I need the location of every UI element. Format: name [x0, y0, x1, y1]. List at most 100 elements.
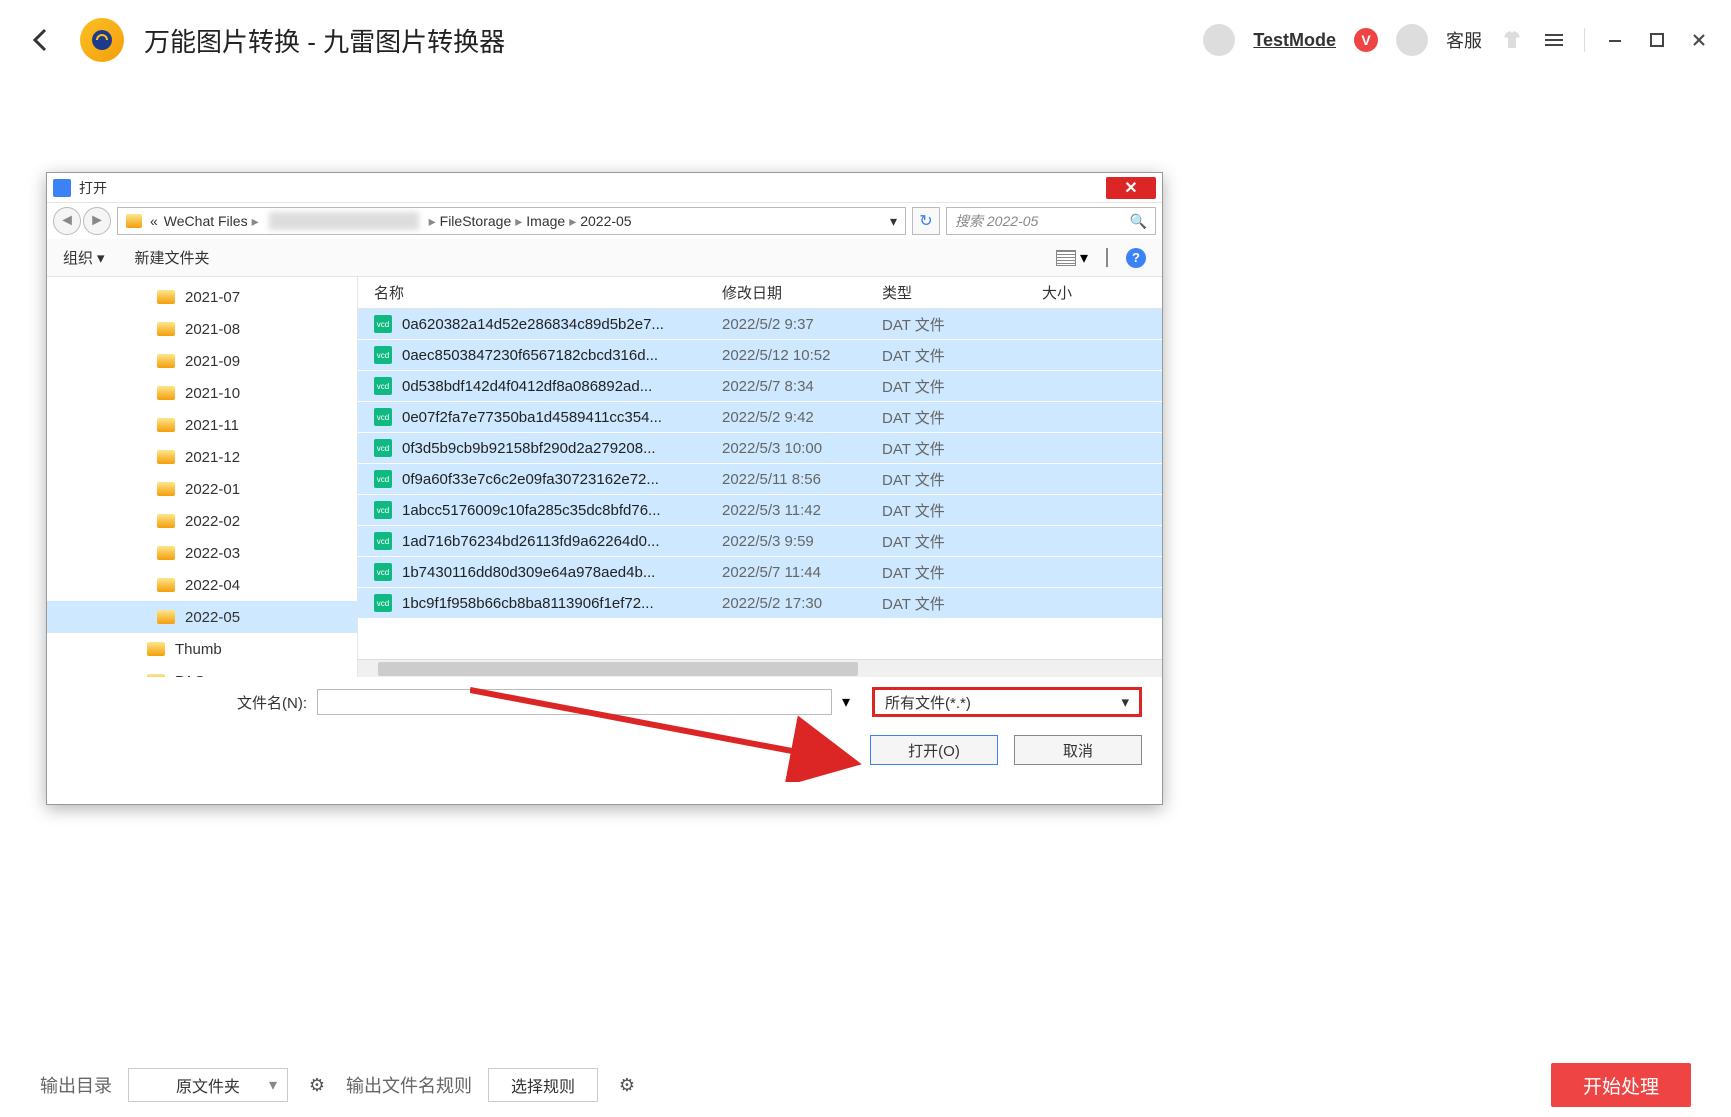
open-button[interactable]: 打开(O) [870, 735, 998, 765]
search-input[interactable]: 搜索 2022-05 🔍 [946, 207, 1156, 235]
dialog-body: 2021-07 2021-082021-09 2021-10 2021-11 2021-… [47, 277, 1162, 677]
back-button[interactable] [20, 20, 60, 60]
choose-rule-button[interactable]: 选择规则 [488, 1068, 598, 1102]
output-dir-select[interactable]: 原文件夹 ▾ [128, 1068, 288, 1102]
dialog-close-button[interactable]: ✕ [1106, 177, 1156, 199]
tree-item[interactable]: 2022-03 [47, 537, 357, 569]
app-titlebar: 万能图片转换 - 九雷图片转换器 TestMode V 客服 [0, 0, 1731, 80]
minimize-button[interactable] [1603, 28, 1627, 52]
organize-button[interactable]: 组织 ▾ [63, 247, 105, 268]
bc-part-2[interactable]: Image [526, 213, 565, 229]
tree-item[interactable]: 2022-01 [47, 473, 357, 505]
file-type: DAT 文件 [882, 314, 1042, 335]
file-row[interactable]: vcd0f3d5b9cb9b92158bf290d2a279208...2022… [358, 433, 1162, 464]
bc-part-3[interactable]: 2022-05 [580, 213, 631, 229]
file-icon: vcd [374, 315, 392, 333]
file-row[interactable]: vcd0f9a60f33e7c6c2e09fa30723162e72...202… [358, 464, 1162, 495]
search-icon[interactable]: 🔍 [1130, 213, 1147, 230]
output-dir-label: 输出目录 [40, 1072, 112, 1098]
file-icon: vcd [374, 470, 392, 488]
file-row[interactable]: vcd0a620382a14d52e286834c89d5b2e7...2022… [358, 309, 1162, 340]
start-process-button[interactable]: 开始处理 [1551, 1063, 1691, 1107]
filename-input[interactable] [317, 689, 832, 715]
nav-row: ◄ ► « WeChat Files▸ ▸ FileStorage▸ Image… [47, 203, 1162, 239]
close-button[interactable] [1687, 28, 1711, 52]
tree-label: 2021-07 [185, 289, 240, 306]
cancel-button[interactable]: 取消 [1014, 735, 1142, 765]
breadcrumb[interactable]: « WeChat Files▸ ▸ FileStorage▸ Image▸ 20… [117, 207, 906, 235]
gear-icon[interactable]: ⚙ [614, 1072, 640, 1098]
chevron-down-icon: ▾ [1121, 693, 1129, 711]
tshirt-icon[interactable] [1500, 28, 1524, 52]
file-date: 2022/5/12 10:52 [722, 347, 882, 364]
maximize-button[interactable] [1645, 28, 1669, 52]
file-date: 2022/5/2 9:37 [722, 316, 882, 333]
tree-item[interactable]: 2021-08 [47, 313, 357, 345]
chevron-down-icon: ▾ [97, 249, 105, 267]
col-size[interactable]: 大小 [1042, 282, 1162, 303]
help-icon[interactable]: ? [1126, 248, 1146, 268]
file-type: DAT 文件 [882, 407, 1042, 428]
h-scrollbar[interactable] [358, 659, 1162, 677]
col-name[interactable]: 名称 [358, 282, 722, 303]
folder-icon [157, 450, 175, 464]
bc-part-0[interactable]: WeChat Files [164, 213, 248, 229]
folder-tree[interactable]: 2021-07 2021-082021-09 2021-10 2021-11 2021-… [47, 277, 357, 677]
file-row[interactable]: vcd1ad716b76234bd26113fd9a62264d0...2022… [358, 526, 1162, 557]
file-row[interactable]: vcd0aec8503847230f6567182cbcd316d...2022… [358, 340, 1162, 371]
file-row[interactable]: vcd1bc9f1f958b66cb8ba8113906f1ef72...202… [358, 588, 1162, 619]
folder-icon [147, 674, 165, 677]
file-row[interactable]: vcd1b7430116dd80d309e64a978aed4b...2022/… [358, 557, 1162, 588]
file-row[interactable]: vcd0d538bdf142d4f0412df8a086892ad...2022… [358, 371, 1162, 402]
bc-prefix: « [150, 213, 158, 229]
filename-label: 文件名(N): [67, 692, 307, 713]
chevron-down-icon[interactable]: ▾ [842, 692, 862, 712]
tree-label: 2022-01 [185, 481, 240, 498]
tree-item[interactable]: 2021-10 [47, 377, 357, 409]
app-logo [80, 18, 124, 62]
new-folder-button[interactable]: 新建文件夹 [135, 247, 210, 268]
file-date: 2022/5/3 11:42 [722, 502, 882, 519]
file-icon: vcd [374, 501, 392, 519]
output-dir-value: 原文件夹 [176, 1073, 240, 1097]
tree-label: 2021-12 [185, 449, 240, 466]
cs-avatar[interactable] [1396, 24, 1428, 56]
col-date[interactable]: 修改日期 [722, 282, 882, 303]
refresh-button[interactable]: ↻ [912, 207, 940, 235]
preview-pane-button[interactable] [1106, 249, 1108, 267]
folder-icon [157, 482, 175, 496]
nav-back-button[interactable]: ◄ [53, 207, 81, 235]
customer-service[interactable]: 客服 [1446, 27, 1482, 53]
file-date: 2022/5/11 8:56 [722, 471, 882, 488]
col-type[interactable]: 类型 [882, 282, 1042, 303]
view-mode-button[interactable]: ▾ [1056, 248, 1088, 268]
folder-icon [126, 214, 142, 228]
tree-item[interactable]: 2021-07 [47, 281, 357, 313]
gear-icon[interactable]: ⚙ [304, 1072, 330, 1098]
chevron-down-icon[interactable]: ▾ [890, 213, 897, 230]
menu-icon[interactable] [1542, 28, 1566, 52]
user-name[interactable]: TestMode [1253, 30, 1336, 51]
tree-item[interactable]: 2021-11 [47, 409, 357, 441]
tree-label: 2021-10 [185, 385, 240, 402]
scrollbar-thumb[interactable] [378, 662, 858, 676]
nav-forward-button[interactable]: ► [83, 207, 111, 235]
avatar[interactable] [1203, 24, 1235, 56]
file-row[interactable]: vcd0e07f2fa7e77350ba1d4589411cc354...202… [358, 402, 1162, 433]
tree-item[interactable]: Thumb [47, 633, 357, 665]
file-icon: vcd [374, 408, 392, 426]
tree-item[interactable]: 2022-05 [47, 601, 357, 633]
tree-item[interactable]: 2022-02 [47, 505, 357, 537]
file-type: DAT 文件 [882, 376, 1042, 397]
tree-item[interactable]: PAG [47, 665, 357, 677]
tree-item[interactable]: 2021-12 [47, 441, 357, 473]
file-list[interactable]: vcd0a620382a14d52e286834c89d5b2e7...2022… [358, 309, 1162, 659]
tree-item[interactable]: 2022-04 [47, 569, 357, 601]
bc-part-1[interactable]: FileStorage [440, 213, 512, 229]
tree-label: 2022-03 [185, 545, 240, 562]
file-row[interactable]: vcd1abcc5176009c10fa285c35dc8bfd76...202… [358, 495, 1162, 526]
filename-row: 文件名(N): ▾ 所有文件(*.*) ▾ [47, 677, 1162, 727]
file-filter-dropdown[interactable]: 所有文件(*.*) ▾ [872, 687, 1142, 717]
file-date: 2022/5/3 9:59 [722, 533, 882, 550]
tree-item[interactable]: 2021-09 [47, 345, 357, 377]
